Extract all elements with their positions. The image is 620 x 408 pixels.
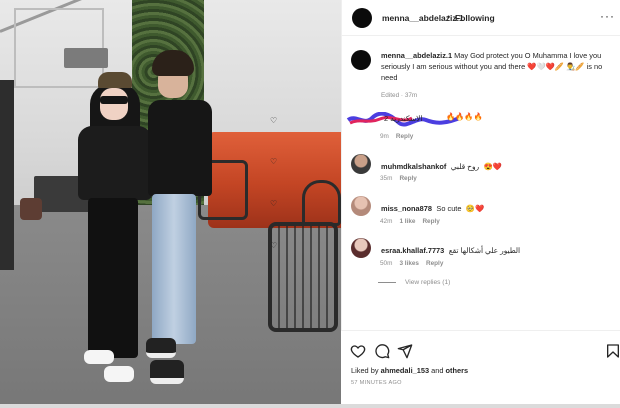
- heart-icon[interactable]: [350, 343, 366, 359]
- comment-age: 9m: [380, 133, 389, 140]
- following-button[interactable]: Following: [455, 13, 495, 23]
- liked-by: Liked by ahmedali_153 and others: [351, 366, 468, 375]
- liked-by-and: and: [431, 366, 444, 375]
- commenter-avatar[interactable]: [351, 154, 371, 174]
- photo-man: [144, 50, 216, 390]
- photo-sign: [64, 48, 108, 68]
- post-photo[interactable]: [0, 0, 341, 408]
- edited-label: Edited: [381, 92, 400, 99]
- comment-username[interactable]: muhmdkalshankof: [381, 162, 446, 171]
- comment-text: So cute: [436, 204, 462, 213]
- comment-heart-icon[interactable]: ♡: [270, 199, 277, 208]
- header-separator: •: [447, 12, 451, 22]
- window-bottom-edge: [0, 404, 620, 408]
- comment-emoji: 😍❤️: [483, 162, 502, 171]
- comment-icon[interactable]: [374, 343, 390, 359]
- comment: miss_nona878 So cute 🥺❤️: [381, 198, 484, 216]
- caption-emoji: 👨‍🎨🥖: [566, 62, 585, 71]
- post-timestamp: 57 MINUTES AGO: [351, 380, 402, 386]
- caption-avatar[interactable]: [351, 50, 371, 70]
- caption: menna__abdelaziz.1 May God protect you O…: [381, 50, 613, 83]
- reply-button[interactable]: Reply: [426, 260, 443, 267]
- view-replies-button[interactable]: View replies (1): [405, 279, 450, 286]
- caption-age: 37m: [404, 92, 418, 99]
- comment-meta: 50m 3 likes Reply: [380, 260, 443, 267]
- comment-text: الطيور علي أشكالها تقع: [448, 246, 521, 255]
- photo-chair: [268, 222, 338, 332]
- comment-heart-icon[interactable]: ♡: [270, 116, 277, 125]
- commenter-avatar[interactable]: [351, 196, 371, 216]
- comment-heart-icon[interactable]: ♡: [270, 241, 277, 250]
- reply-button[interactable]: Reply: [399, 175, 416, 182]
- comment-text: روح قلبي: [450, 162, 480, 171]
- caption-meta: Edited · 37m: [381, 92, 417, 99]
- comment-text: الاسكندريه 2: [384, 114, 423, 123]
- comment-emoji: 🥺❤️: [465, 204, 485, 213]
- comment-likes[interactable]: 1 like: [399, 218, 415, 225]
- comment-meta: 42m 1 like Reply: [380, 218, 440, 225]
- comment-heart-icon[interactable]: ♡: [270, 157, 277, 166]
- liked-by-prefix: Liked by: [351, 366, 379, 375]
- reply-button[interactable]: Reply: [422, 218, 439, 225]
- photo-pillar: [0, 80, 14, 270]
- reply-button[interactable]: Reply: [396, 133, 413, 140]
- comment-likes[interactable]: 3 likes: [399, 260, 419, 267]
- author-username[interactable]: menna__abdelaziz.1: [382, 13, 464, 23]
- liked-by-user[interactable]: ahmedali_153: [381, 366, 429, 375]
- comment-age: 35m: [380, 175, 393, 182]
- comment: muhmdkalshankof روح قلبي 😍❤️: [381, 156, 502, 174]
- comment-username[interactable]: miss_nona878: [381, 204, 432, 213]
- more-options-icon[interactable]: ···: [600, 9, 615, 23]
- comment-username[interactable]: esraa.khallaf.7773: [381, 246, 444, 255]
- comment-meta: 9m Reply: [380, 133, 413, 140]
- comment-meta: 35m Reply: [380, 175, 417, 182]
- caption-emoji: ❤️🤍❤️🥖: [527, 62, 565, 71]
- meta-separator: ·: [400, 92, 404, 99]
- comment-age: 50m: [380, 260, 393, 267]
- commenter-avatar[interactable]: [351, 238, 371, 258]
- comment-age: 42m: [380, 218, 393, 225]
- bookmark-icon[interactable]: [605, 343, 620, 359]
- photo-chair: [302, 180, 341, 226]
- author-avatar[interactable]: [352, 8, 372, 28]
- view-replies-line: [378, 282, 396, 283]
- liked-by-others[interactable]: others: [446, 366, 469, 375]
- post-header: menna__abdelaziz.1 • Following ···: [342, 0, 620, 36]
- photo-bag: [20, 198, 42, 220]
- caption-username[interactable]: menna__abdelaziz.1: [381, 51, 452, 60]
- comment-emoji: 🔥🔥🔥🔥: [446, 112, 483, 121]
- comment: esraa.khallaf.7773 الطيور علي أشكالها تق…: [381, 240, 520, 258]
- instagram-post-window: menna__abdelaziz.1 • Following ··· menna…: [0, 0, 620, 408]
- share-icon[interactable]: [397, 343, 413, 359]
